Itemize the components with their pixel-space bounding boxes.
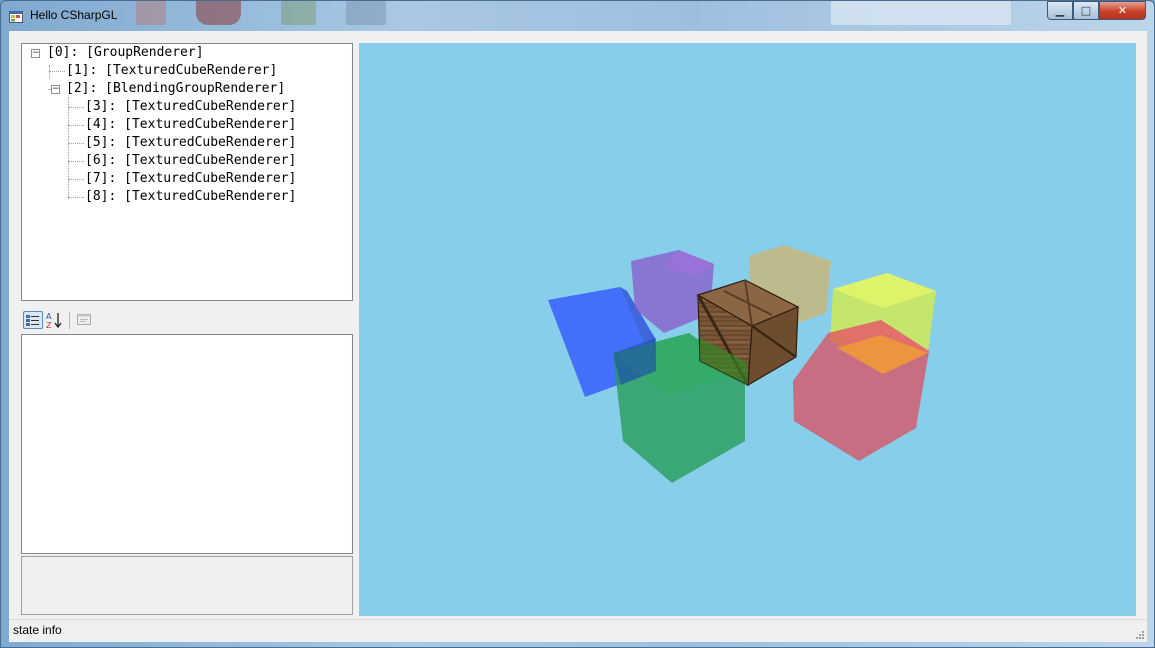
tree-line [68,107,84,108]
tree-line [49,71,65,72]
svg-text:A: A [46,312,52,321]
tree-node[interactable]: [4]: [TexturedCubeRenderer] [85,116,296,134]
tree-node[interactable]: [8]: [TexturedCubeRenderer] [85,188,296,206]
tree-node[interactable]: [2]: [BlendingGroupRenderer] [66,80,285,98]
property-grid-toolbar: A Z [21,308,351,332]
red-cube [793,320,929,461]
property-pages-icon [77,314,91,325]
tree-line [68,161,84,162]
tree-node[interactable]: [1]: [TexturedCubeRenderer] [66,62,277,80]
main-window: Hello CSharpGL ▁ □ ✕ − − [0]: [GroupRend… [0,0,1155,648]
categorized-button[interactable] [23,311,43,329]
maximize-button[interactable]: □ [1073,1,1099,20]
property-description-panel [21,556,353,615]
collapse-toggle-icon[interactable]: − [31,49,40,58]
background-decoration [831,1,1011,25]
property-grid[interactable] [21,334,353,554]
background-decoration [346,1,386,25]
collapse-toggle-icon[interactable]: − [51,85,60,94]
tree-line [68,97,69,199]
background-decoration [281,1,316,25]
tree-node[interactable]: [0]: [GroupRenderer] [47,44,204,62]
tree-node[interactable]: [3]: [TexturedCubeRenderer] [85,98,296,116]
scene-svg [548,245,936,483]
window-title: Hello CSharpGL [30,8,118,22]
tree-line [68,143,84,144]
background-decoration [196,1,241,25]
alphabetical-icon: A Z [46,312,62,330]
tree-node[interactable]: [5]: [TexturedCubeRenderer] [85,134,296,152]
tree-node[interactable]: [6]: [TexturedCubeRenderer] [85,152,296,170]
status-bar: state info [9,619,1147,642]
tree-node[interactable]: [7]: [TexturedCubeRenderer] [85,170,296,188]
form-client-area: − − [0]: [GroupRenderer] [1]: [TexturedC… [9,31,1147,642]
background-decoration [136,1,166,25]
renderer-tree-view[interactable]: − − [0]: [GroupRenderer] [1]: [TexturedC… [21,43,353,301]
app-icon [9,11,23,23]
close-button[interactable]: ✕ [1099,1,1146,20]
svg-text:Z: Z [46,321,52,329]
alphabetical-button[interactable]: A Z [45,311,65,330]
tree-line [49,65,50,79]
title-bar[interactable]: Hello CSharpGL ▁ □ ✕ [1,1,1154,31]
property-pages-button[interactable] [75,311,95,329]
toolbar-separator [69,312,70,329]
window-controls: ▁ □ ✕ [1047,1,1146,21]
categorized-icon [26,315,39,326]
status-label: state info [13,623,62,637]
tree-line [68,179,84,180]
opengl-canvas[interactable] [359,43,1136,616]
tree-line [68,125,84,126]
tree-line [68,197,84,198]
resize-grip-icon[interactable] [1135,630,1145,640]
minimize-button[interactable]: ▁ [1047,1,1073,20]
